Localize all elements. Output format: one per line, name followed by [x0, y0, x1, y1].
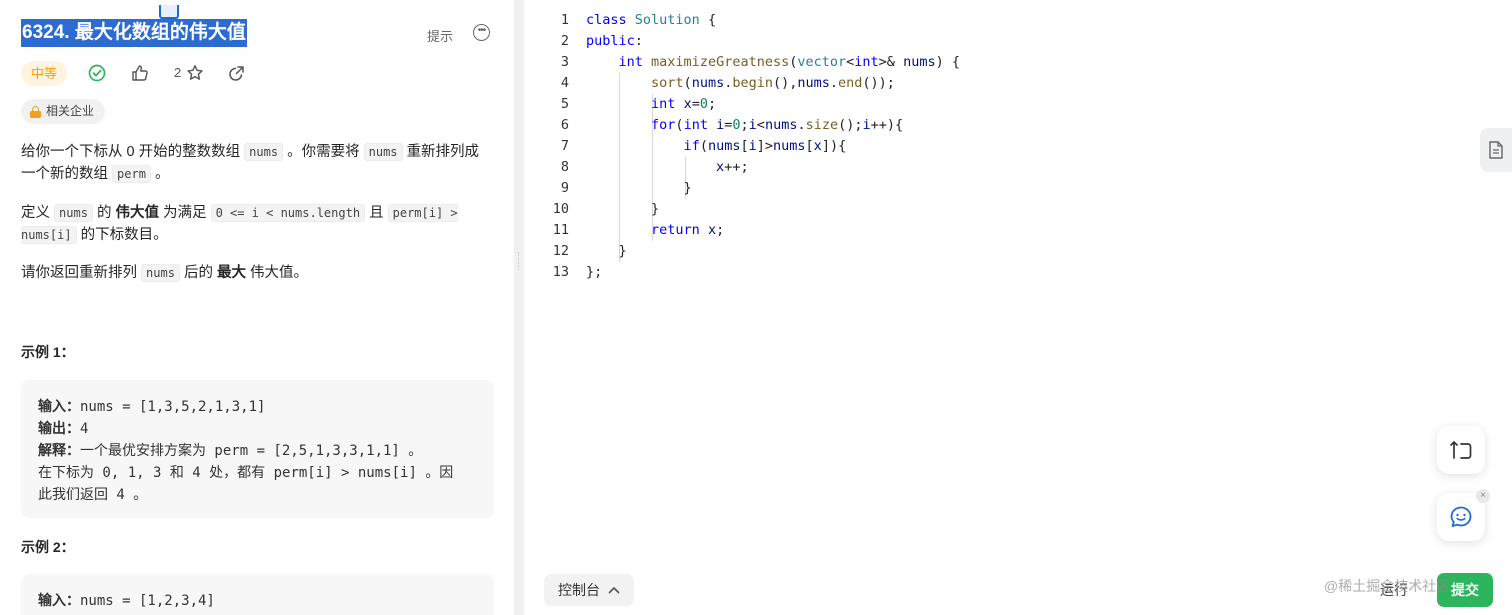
code-line-3: int maximizeGreatness(vector<int>& nums)… [618, 54, 960, 70]
document-icon [1489, 141, 1503, 159]
code-line-12: } [586, 243, 627, 259]
title-row: 6324. 最大化数组的伟大值 提示 ••• [21, 5, 494, 49]
line-number: 13 [552, 264, 569, 280]
related-companies-label: 相关企业 [46, 104, 95, 118]
watermark: @稀土掘金技术社区 [1324, 578, 1451, 594]
panel-resize-handle[interactable] [514, 0, 524, 615]
close-feedback-icon[interactable]: × [1476, 489, 1490, 503]
more-options-icon[interactable]: ••• [473, 24, 490, 41]
related-companies-tag[interactable]: 相关企业 [21, 99, 106, 124]
console-toggle-button[interactable]: 控制台 [544, 574, 634, 606]
line-number: 4 [560, 75, 569, 91]
line-number: 1 [560, 12, 569, 28]
solved-check-icon [87, 63, 107, 83]
code-line-8: x++; [716, 159, 749, 175]
smile-chat-icon [1450, 506, 1472, 527]
code-line-7: if(nums[i]>nums[x]){ [683, 138, 847, 154]
example-1-box: 输入：nums = [1,3,5,2,1,3,1] 输出：4 解释：一个最优安排… [21, 380, 494, 518]
problem-title[interactable]: 6324. 最大化数组的伟大值 [21, 19, 247, 47]
line-number: 12 [552, 243, 569, 259]
editor-bottom-bar: 控制台 运行 提交 @稀土掘金技术社区 [524, 570, 1512, 615]
thumbs-up-icon[interactable] [130, 63, 150, 83]
line-number-gutter: 1 2 3 4 5 6 7 8 9 10 11 12 13 [524, 10, 569, 283]
code-editor[interactable]: 1 2 3 4 5 6 7 8 9 10 11 12 13 class Solution { publi… [524, 0, 1512, 615]
code-line-13: }; [586, 264, 603, 280]
reset-icon [1450, 441, 1472, 459]
line-number: 11 [552, 222, 569, 238]
difficulty-badge: 中等 [21, 61, 68, 86]
example-2-box: 输入：nums = [1,2,3,4] [21, 574, 494, 615]
line-number: 2 [560, 33, 569, 49]
line-number: 7 [560, 138, 569, 154]
code-line-10: } [586, 201, 660, 217]
reset-code-button[interactable] [1437, 426, 1485, 474]
chevron-up-icon [608, 587, 620, 594]
lock-icon [30, 106, 41, 118]
code-content[interactable]: class Solution { public: int maximizeGre… [586, 10, 960, 283]
likes-count: 2 [174, 65, 182, 80]
line-number: 6 [560, 117, 569, 133]
line-number: 9 [560, 180, 569, 196]
hint-link[interactable]: 提示 [427, 26, 453, 45]
description-paragraph-3: 请你返回重新排列 nums 后的 最大 伟大值。 [21, 264, 309, 282]
description-paragraph-1: 给你一个下标从 0 开始的整数数组 nums 。你需要将 nums 重新排列成一… [21, 143, 480, 183]
example-1-title: 示例 1： [21, 344, 75, 360]
code-line-11: return x; [651, 222, 725, 238]
line-number: 5 [560, 96, 569, 112]
code-line-4: sort(nums.begin(),nums.end()); [651, 75, 895, 91]
line-number: 8 [560, 159, 569, 175]
code-line-1: class Solution { [586, 12, 717, 28]
line-number: 10 [552, 201, 569, 217]
code-line-5: int x=0; [651, 96, 717, 112]
share-icon[interactable] [227, 63, 247, 83]
bookmark-icon[interactable] [159, 5, 179, 19]
side-notes-tab[interactable] [1480, 128, 1512, 172]
description-paragraph-2: 定义 nums 的 伟大值 为满足 0 <= i < nums.length 且… [21, 204, 458, 244]
code-line-2: public: [586, 33, 643, 49]
star-icon[interactable] [185, 63, 205, 83]
problem-description-panel: 6324. 最大化数组的伟大值 提示 ••• 中等 2 相关企业 给你一个下标从… [0, 0, 514, 615]
line-number: 3 [560, 54, 569, 70]
code-line-6: for(int i=0;i<nums.size();i++){ [651, 117, 904, 133]
example-2-title: 示例 2： [21, 539, 75, 555]
code-line-9: } [586, 180, 692, 196]
